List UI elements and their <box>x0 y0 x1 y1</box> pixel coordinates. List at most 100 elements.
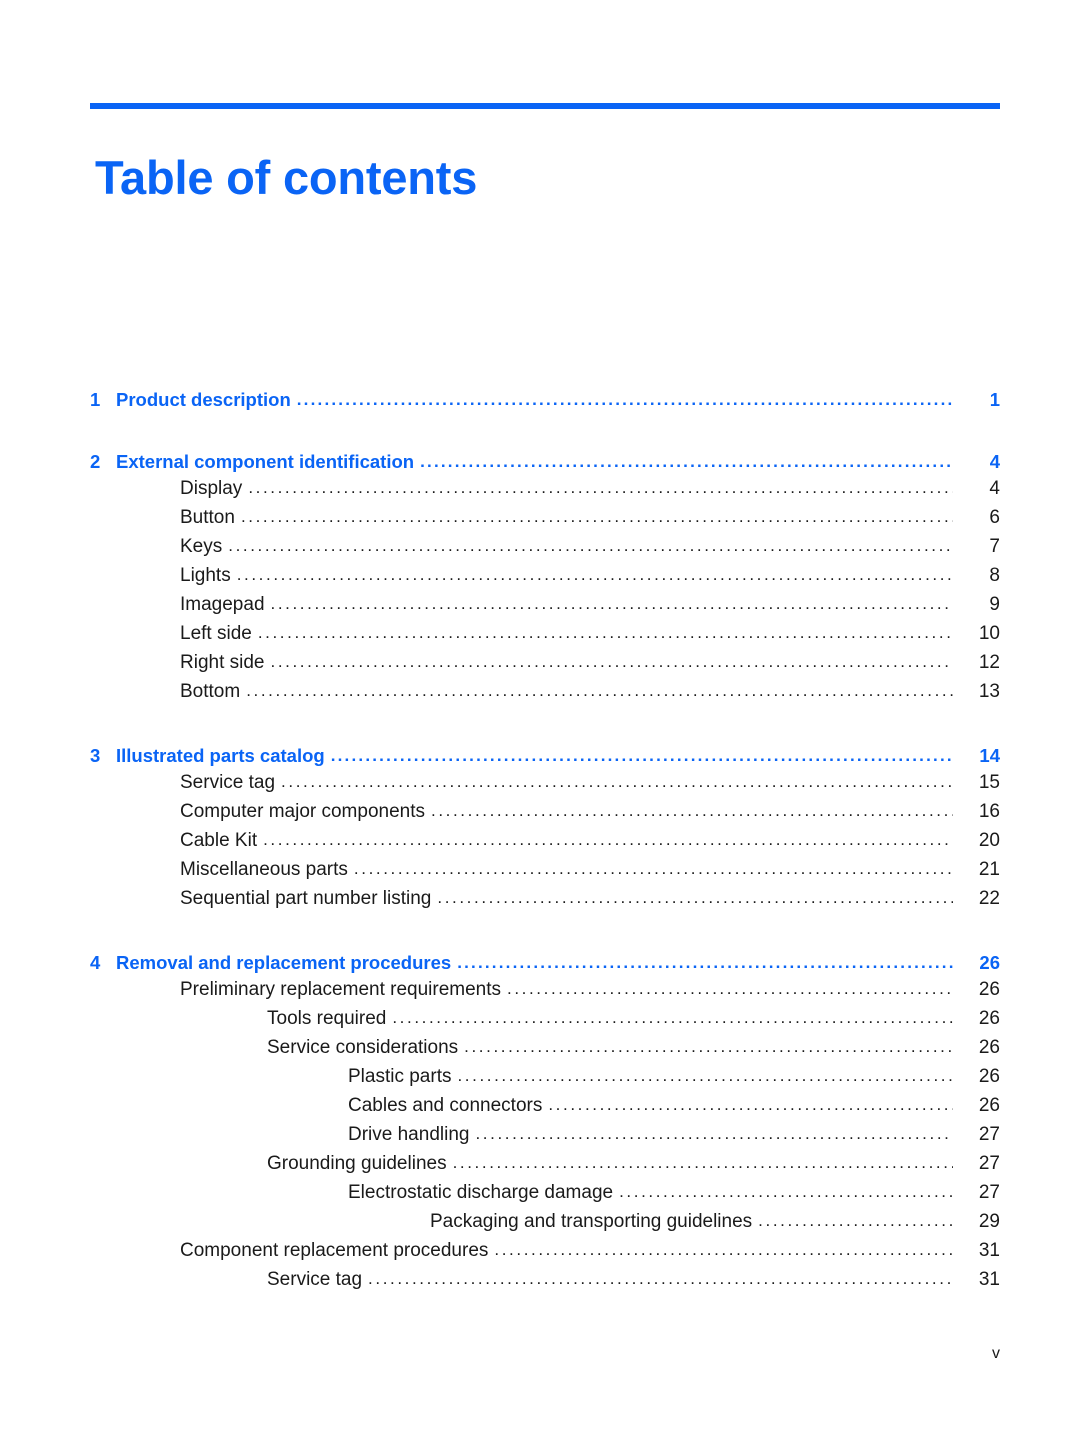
toc-leader-dots: ........................................… <box>270 652 954 671</box>
toc-leader-dots: ........................................… <box>464 1037 953 1056</box>
toc-chapter-entry[interactable]: 2 External component identification......… <box>90 434 1000 474</box>
toc-entry-label: Tools required <box>267 1008 387 1029</box>
toc-chapter-number: 4 <box>90 952 101 973</box>
toc-group-spacer <box>90 913 1000 935</box>
toc-sub-entry[interactable]: Service considerations..................… <box>90 1033 1000 1062</box>
toc-page-number: 21 <box>978 859 1000 880</box>
toc-leader-dots: ........................................… <box>236 565 953 584</box>
toc-entry-label: Cable Kit <box>180 830 258 851</box>
toc-page-number: 15 <box>978 772 1000 793</box>
toc-entry-body: Imagepad................................… <box>180 590 953 619</box>
toc-sub-entry[interactable]: Cables and connectors...................… <box>90 1091 1000 1120</box>
toc-leader-dots: ........................................… <box>248 478 953 497</box>
toc-entry-body: Preliminary replacement requirements....… <box>180 975 953 1004</box>
toc-leader-dots: ........................................… <box>507 979 953 998</box>
toc-page-number: 10 <box>978 623 1000 644</box>
toc-sub-entry[interactable]: Grounding guidelines....................… <box>90 1149 1000 1178</box>
toc-leader-dots: ........................................… <box>263 830 953 849</box>
toc-entry-label: Cables and connectors <box>348 1095 543 1116</box>
toc-sub-entry[interactable]: Keys....................................… <box>90 532 1000 561</box>
toc-chapter-number: 1 <box>90 389 101 410</box>
document-page: Table of contents 1 Product description..… <box>0 0 1080 1437</box>
toc-entry-label: Service tag <box>267 1269 363 1290</box>
toc-chapter-entry[interactable]: 3 Illustrated parts catalog..............… <box>90 728 1000 768</box>
toc-leader-dots: ........................................… <box>281 772 953 791</box>
page-folio: v <box>992 1345 1000 1362</box>
toc-entry-body: Cable Kit...............................… <box>180 826 953 855</box>
toc-page-number: 20 <box>978 830 1000 851</box>
toc-leader-dots: ........................................… <box>437 888 953 907</box>
toc-sub-entry[interactable]: Lights..................................… <box>90 561 1000 590</box>
toc-sub-entry[interactable]: Display.................................… <box>90 474 1000 503</box>
toc-entry-label: Miscellaneous parts <box>180 859 348 880</box>
toc-entry-label: Drive handling <box>348 1124 470 1145</box>
toc-sub-entry[interactable]: Service tag.............................… <box>90 768 1000 797</box>
toc-sub-entry[interactable]: Electrostatic discharge damage..........… <box>90 1178 1000 1207</box>
toc-entry-body: Component replacement procedures........… <box>180 1236 953 1265</box>
table-of-contents-list: 1 Product description....................… <box>90 372 1000 1294</box>
toc-entry-body: Miscellaneous parts.....................… <box>180 855 953 884</box>
toc-sub-entry[interactable]: Preliminary replacement requirements....… <box>90 975 1000 1004</box>
toc-entry-label: Grounding guidelines <box>267 1153 447 1174</box>
toc-chapter-number: 2 <box>90 451 101 472</box>
toc-sub-entry[interactable]: Button..................................… <box>90 503 1000 532</box>
toc-entry-body: Service tag.............................… <box>267 1265 953 1294</box>
toc-sub-entry[interactable]: Left side...............................… <box>90 619 1000 648</box>
toc-entry-body: Plastic parts...........................… <box>348 1062 953 1091</box>
toc-page-number: 26 <box>978 1008 1000 1029</box>
toc-sub-entry[interactable]: Computer major components...............… <box>90 797 1000 826</box>
toc-entry-body: Grounding guidelines....................… <box>267 1149 953 1178</box>
toc-entry-body: Display.................................… <box>180 474 953 503</box>
toc-page-number: 27 <box>978 1124 1000 1145</box>
toc-chapter-entry[interactable]: 4 Removal and replacement procedures.....… <box>90 935 1000 975</box>
toc-entry-label: Packaging and transporting guidelines <box>430 1211 753 1232</box>
toc-entry-body: Left side...............................… <box>180 619 953 648</box>
toc-leader-dots: ........................................… <box>758 1211 953 1230</box>
toc-sub-entry[interactable]: Plastic parts...........................… <box>90 1062 1000 1091</box>
toc-entry-label: Plastic parts <box>348 1066 452 1087</box>
toc-chapter-entry[interactable]: 1 Product description....................… <box>90 372 1000 412</box>
toc-leader-dots: ........................................… <box>296 390 953 409</box>
toc-entry-label: Imagepad <box>180 594 265 615</box>
toc-leader-dots: ........................................… <box>452 1153 953 1172</box>
toc-page-number: 12 <box>978 652 1000 673</box>
toc-entry-body: Bottom..................................… <box>180 677 953 706</box>
toc-entry-body: Button..................................… <box>180 503 953 532</box>
toc-entry-body: Tools required..........................… <box>267 1004 953 1033</box>
toc-entry-body: Packaging and transporting guidelines...… <box>430 1207 953 1236</box>
toc-sub-entry[interactable]: Cable Kit...............................… <box>90 826 1000 855</box>
toc-page-number: 7 <box>989 536 1000 557</box>
toc-page-number: 27 <box>978 1182 1000 1203</box>
toc-leader-dots: ........................................… <box>270 594 953 613</box>
toc-page-number: 9 <box>989 594 1000 615</box>
toc-page-number: 22 <box>978 888 1000 909</box>
toc-sub-entry[interactable]: Miscellaneous parts.....................… <box>90 855 1000 884</box>
toc-sub-entry[interactable]: Component replacement procedures........… <box>90 1236 1000 1265</box>
toc-entry-body: Electrostatic discharge damage..........… <box>348 1178 953 1207</box>
toc-sub-entry[interactable]: Tools required..........................… <box>90 1004 1000 1033</box>
toc-sub-entry[interactable]: Drive handling..........................… <box>90 1120 1000 1149</box>
toc-sub-entry[interactable]: Imagepad................................… <box>90 590 1000 619</box>
page-title: Table of contents <box>95 151 478 205</box>
toc-sub-entry[interactable]: Packaging and transporting guidelines...… <box>90 1207 1000 1236</box>
toc-sub-entry[interactable]: Service tag.............................… <box>90 1265 1000 1294</box>
toc-entry-label: Button <box>180 507 235 528</box>
toc-chapter-number: 3 <box>90 745 101 766</box>
toc-entry-label: Product description <box>116 389 291 410</box>
toc-page-number: 31 <box>978 1269 1000 1290</box>
toc-entry-body: Right side..............................… <box>180 648 953 677</box>
toc-sub-entry[interactable]: Sequential part number listing..........… <box>90 884 1000 913</box>
toc-page-number: 16 <box>978 801 1000 822</box>
toc-entry-body: Cables and connectors...................… <box>348 1091 953 1120</box>
toc-entry-label: Electrostatic discharge damage <box>348 1182 614 1203</box>
toc-entry-label: Left side <box>180 623 252 644</box>
toc-leader-dots: ........................................… <box>392 1008 953 1027</box>
toc-sub-entry[interactable]: Bottom..................................… <box>90 677 1000 706</box>
toc-entry-label: Display <box>180 478 243 499</box>
toc-page-number: 26 <box>978 1037 1000 1058</box>
toc-page-number: 27 <box>978 1153 1000 1174</box>
toc-entry-label: Service considerations <box>267 1037 459 1058</box>
toc-sub-entry[interactable]: Right side..............................… <box>90 648 1000 677</box>
toc-page-number: 8 <box>989 565 1000 586</box>
toc-page-number: 4 <box>989 478 1000 499</box>
